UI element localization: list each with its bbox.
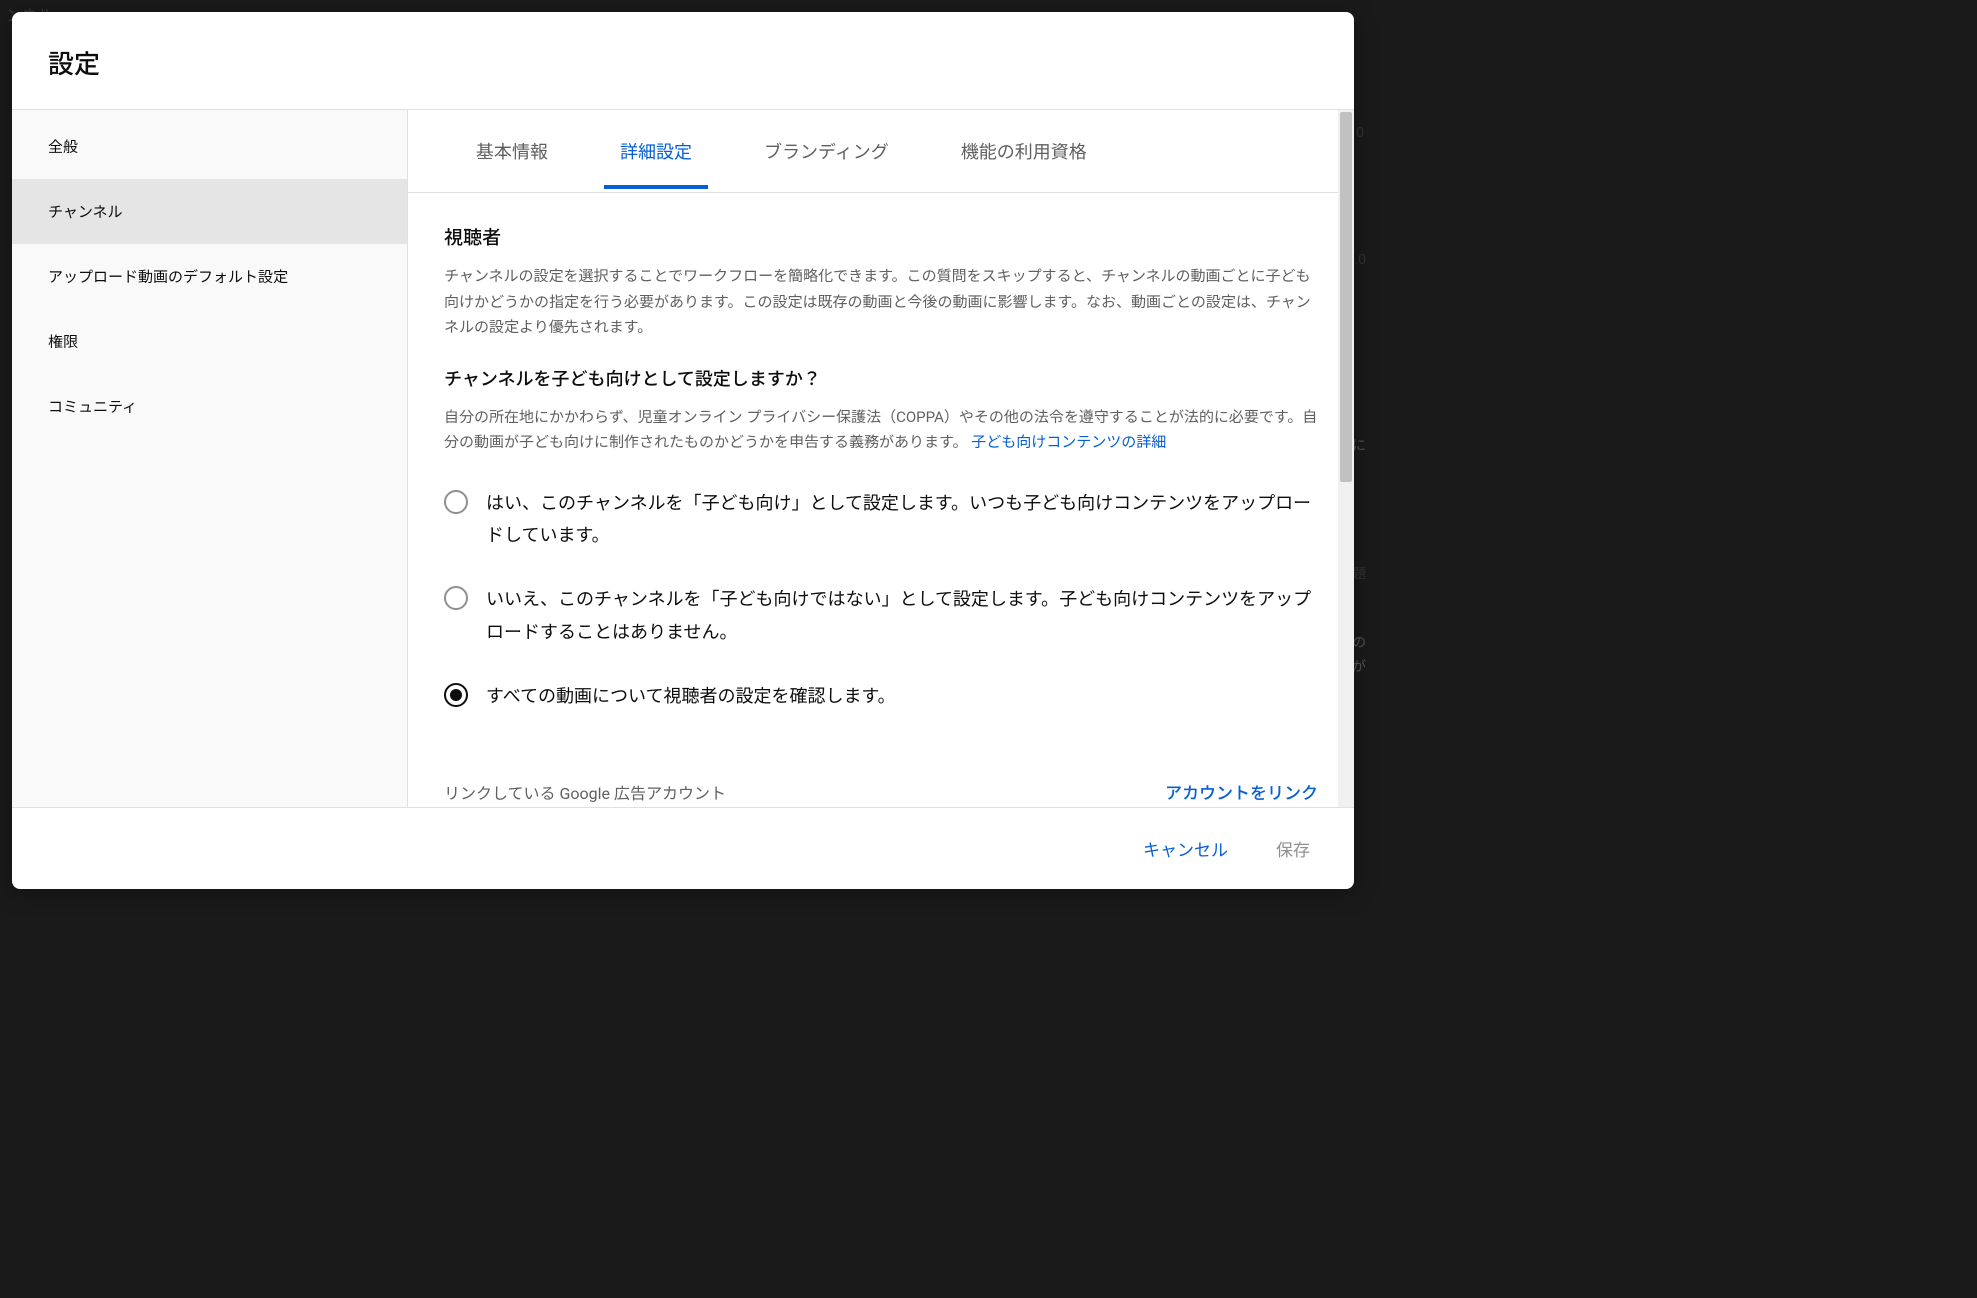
radio-review-all[interactable]: すべての動画について視聴者の設定を確認します。 <box>444 665 1318 729</box>
bg-text: 0 <box>1356 125 1364 141</box>
radio-label: はい、このチャンネルを「子ども向け」として設定します。いつも子ども向けコンテンツ… <box>486 488 1318 553</box>
scrollbar-track[interactable] <box>1338 110 1354 807</box>
sidebar-item-channel[interactable]: チャンネル <box>12 179 407 244</box>
tab-branding[interactable]: ブランディング <box>728 110 925 192</box>
settings-sidebar: 全般 チャンネル アップロード動画のデフォルト設定 権限 コミュニティ <box>12 110 408 807</box>
settings-content: 基本情報 詳細設定 ブランディング 機能の利用資格 視聴者 チャンネルの設定を選… <box>408 110 1354 807</box>
radio-circle-icon <box>444 490 468 514</box>
dialog-body: 全般 チャンネル アップロード動画のデフォルト設定 権限 コミュニティ 基本情報… <box>12 110 1354 807</box>
radio-no-kids[interactable]: いいえ、このチャンネルを「子ども向けではない」として設定します。子ども向けコンテ… <box>444 568 1318 665</box>
radio-yes-kids[interactable]: はい、このチャンネルを「子ども向け」として設定します。いつも子ども向けコンテンツ… <box>444 472 1318 569</box>
scrollbar-thumb[interactable] <box>1340 112 1352 482</box>
google-ads-section: リンクしている Google 広告アカウント アカウントをリンク YouTube… <box>408 729 1354 807</box>
settings-dialog: 設定 全般 チャンネル アップロード動画のデフォルト設定 権限 コミュニティ 基… <box>12 12 1354 889</box>
sidebar-item-upload-defaults[interactable]: アップロード動画のデフォルト設定 <box>12 244 407 309</box>
audience-section: 視聴者 チャンネルの設定を選択することでワークフローを簡略化できます。この質問を… <box>408 193 1354 729</box>
kids-content-detail-link[interactable]: 子ども向けコンテンツの詳細 <box>971 433 1166 451</box>
tab-advanced[interactable]: 詳細設定 <box>584 110 728 192</box>
kids-question-desc-text: 自分の所在地にかかわらず、児童オンライン プライバシー保護法（COPPA）やその… <box>444 408 1317 452</box>
audience-title: 視聴者 <box>444 223 1318 250</box>
radio-label: いいえ、このチャンネルを「子ども向けではない」として設定します。子ども向けコンテ… <box>486 584 1318 649</box>
dialog-header: 設定 <box>12 12 1354 110</box>
sidebar-item-general[interactable]: 全般 <box>12 114 407 179</box>
audience-desc: チャンネルの設定を選択することでワークフローを簡略化できます。この質問をスキップ… <box>444 264 1318 341</box>
tab-basic-info[interactable]: 基本情報 <box>440 110 584 192</box>
ads-header: リンクしている Google 広告アカウント アカウントをリンク <box>444 779 1318 804</box>
content-tabs: 基本情報 詳細設定 ブランディング 機能の利用資格 <box>408 110 1354 193</box>
radio-label: すべての動画について視聴者の設定を確認します。 <box>486 681 896 713</box>
save-button[interactable]: 保存 <box>1264 828 1322 869</box>
sidebar-item-community[interactable]: コミュニティ <box>12 374 407 439</box>
kids-question-desc: 自分の所在地にかかわらず、児童オンライン プライバシー保護法（COPPA）やその… <box>444 405 1318 456</box>
radio-circle-selected-icon <box>444 683 468 707</box>
dialog-footer: キャンセル 保存 <box>12 807 1354 889</box>
sidebar-item-permissions[interactable]: 権限 <box>12 309 407 374</box>
cancel-button[interactable]: キャンセル <box>1131 828 1240 869</box>
ads-title: リンクしている Google 広告アカウント <box>444 780 726 804</box>
dialog-title: 設定 <box>48 44 1318 81</box>
tab-feature-eligibility[interactable]: 機能の利用資格 <box>925 110 1123 192</box>
radio-circle-icon <box>444 586 468 610</box>
kids-question-title: チャンネルを子ども向けとして設定しますか？ <box>444 365 1318 391</box>
audience-radio-group: はい、このチャンネルを「子ども向け」として設定します。いつも子ども向けコンテンツ… <box>444 472 1318 730</box>
link-account-button[interactable]: アカウントをリンク <box>1165 779 1318 804</box>
